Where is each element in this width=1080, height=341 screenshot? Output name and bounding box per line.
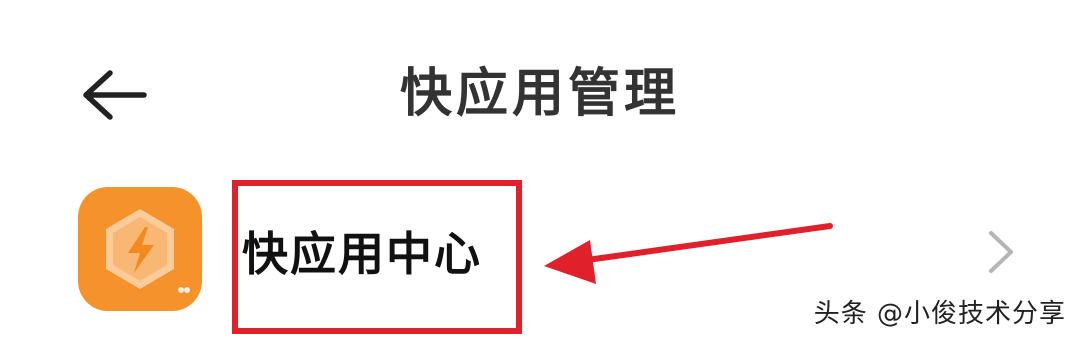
watermark: 头条 @小俊技术分享 bbox=[813, 299, 1066, 329]
item-label: 快应用中心 bbox=[242, 227, 482, 281]
quick-app-lightning-icon bbox=[78, 187, 202, 311]
page-title: 快应用管理 bbox=[399, 64, 680, 124]
red-pointer-arrow-icon bbox=[544, 223, 833, 284]
chevron-right-icon bbox=[989, 231, 1013, 273]
